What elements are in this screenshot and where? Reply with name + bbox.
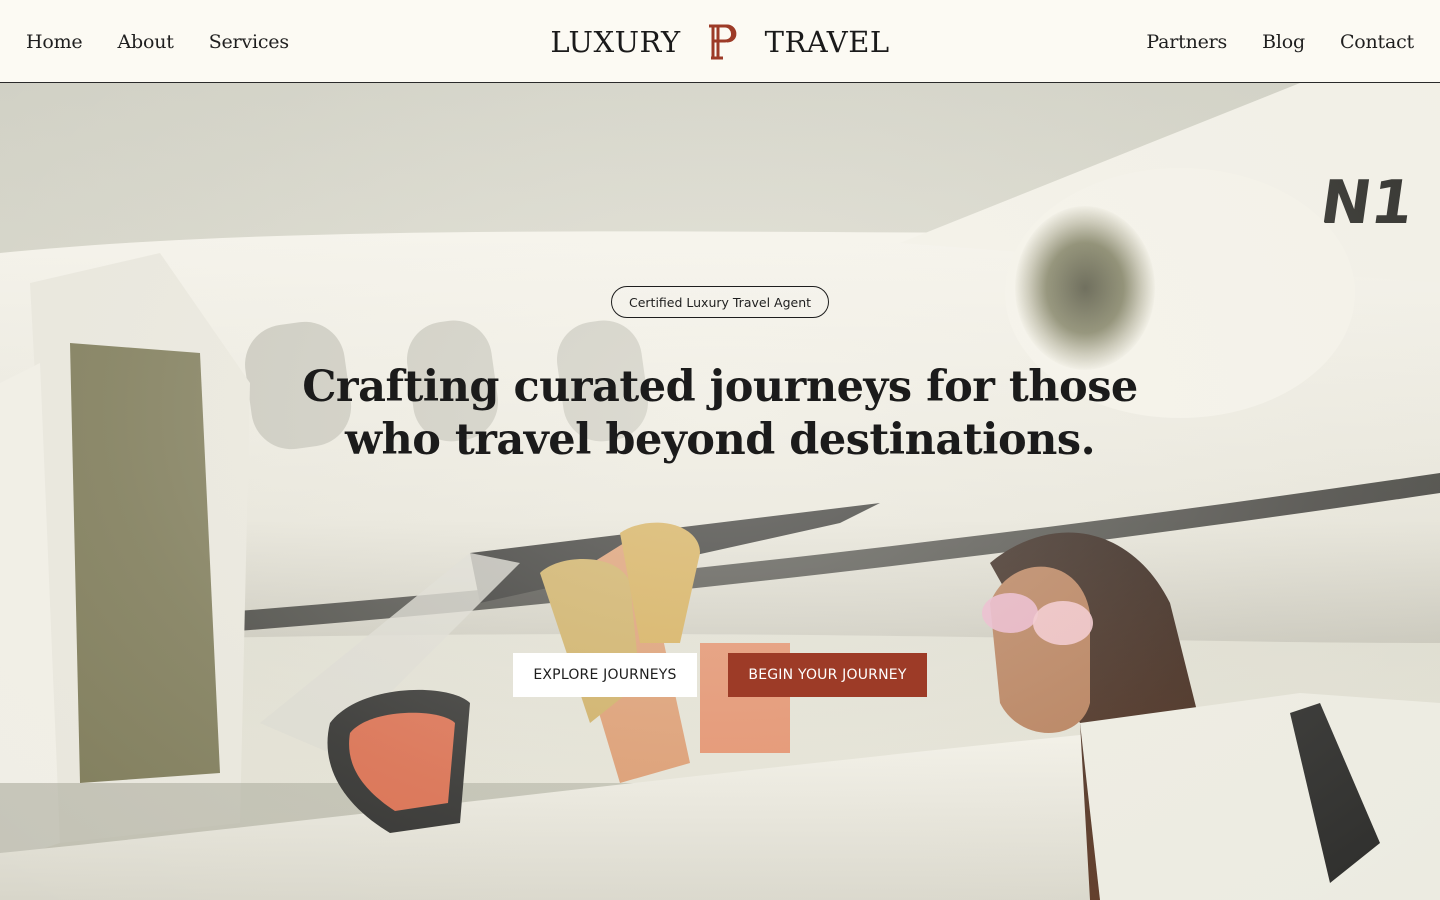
nav-contact-link[interactable]: Contact [1340, 31, 1414, 53]
nav-about-link[interactable]: About [117, 31, 173, 53]
nav-home-link[interactable]: Home [26, 31, 83, 53]
hero-overlay [0, 83, 1440, 900]
nav-partners-link[interactable]: Partners [1146, 31, 1227, 53]
hero-headline: Crafting curated journeys for those who … [0, 361, 1440, 467]
hero-headline-line-1: Crafting curated journeys for those [302, 362, 1138, 412]
nav-services-link[interactable]: Services [209, 31, 289, 53]
explore-journeys-button[interactable]: EXPLORE JOURNEYS [513, 653, 697, 697]
hero-section: N1 Certified Luxury Trav [0, 83, 1440, 900]
monogram-p-icon [708, 24, 736, 59]
nav-blog-link[interactable]: Blog [1262, 31, 1305, 53]
begin-your-journey-button[interactable]: BEGIN YOUR JOURNEY [728, 653, 927, 697]
site-header: Home About Services LUXURY TRAVEL Partne… [0, 0, 1440, 83]
primary-nav-left: Home About Services [26, 0, 289, 83]
brand-word-travel: TRAVEL [764, 24, 890, 59]
primary-nav-right: Partners Blog Contact [1146, 0, 1414, 83]
brand-word-luxury: LUXURY [550, 24, 681, 59]
certification-badge: Certified Luxury Travel Agent [611, 286, 829, 318]
hero-headline-line-2: who travel beyond destinations. [344, 415, 1096, 465]
